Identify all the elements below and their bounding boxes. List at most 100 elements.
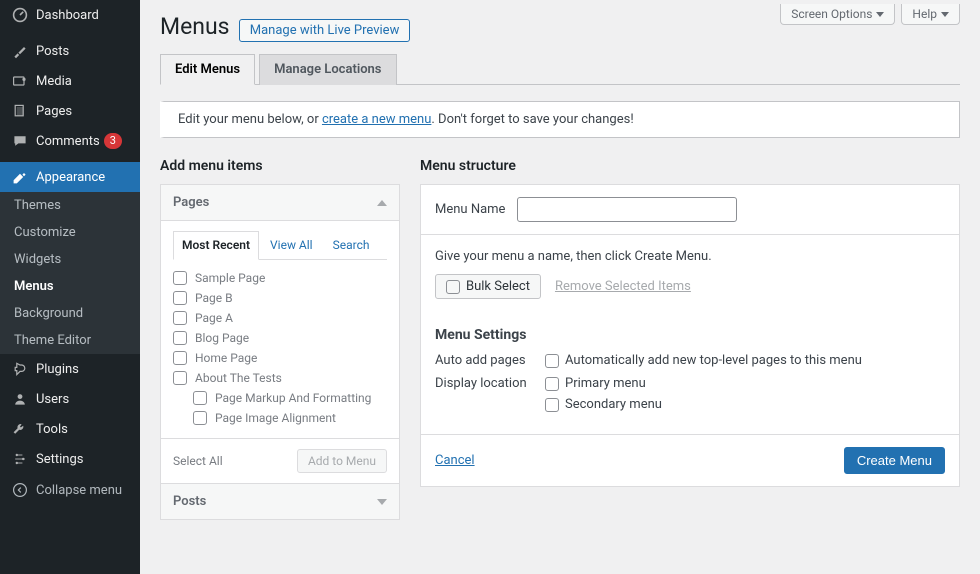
- accordion-posts: Posts: [160, 484, 400, 520]
- page-checkbox[interactable]: [173, 291, 187, 305]
- sidebar-item-appearance[interactable]: Appearance: [0, 162, 140, 192]
- sidebar-item-label: Posts: [36, 44, 69, 59]
- page-checkbox[interactable]: [173, 271, 187, 285]
- caret-down-icon: [941, 12, 949, 17]
- sidebar-item-plugins[interactable]: Plugins: [0, 354, 140, 384]
- screen-options-button[interactable]: Screen Options: [780, 4, 895, 25]
- page-label: Page B: [195, 291, 233, 305]
- location-secondary-checkbox[interactable]: [545, 398, 559, 412]
- sidebar-item-label: Tools: [36, 422, 68, 437]
- accordion-posts-header[interactable]: Posts: [161, 484, 399, 519]
- page-item[interactable]: Page Image Alignment: [173, 408, 387, 428]
- menu-name-label: Menu Name: [435, 202, 505, 217]
- submenu-widgets[interactable]: Widgets: [0, 246, 140, 273]
- auto-add-label: Auto add pages: [435, 353, 545, 368]
- pushpin-icon: [10, 43, 30, 59]
- page-item[interactable]: Home Page: [173, 348, 387, 368]
- live-preview-button[interactable]: Manage with Live Preview: [239, 19, 411, 42]
- submenu-theme-editor[interactable]: Theme Editor: [0, 327, 140, 354]
- display-location-label: Display location: [435, 376, 545, 391]
- sidebar-item-pages[interactable]: Pages: [0, 96, 140, 126]
- menu-settings-heading: Menu Settings: [435, 327, 945, 343]
- submenu-menus[interactable]: Menus: [0, 273, 140, 300]
- notice-text-pre: Edit your menu below, or: [178, 112, 322, 127]
- sidebar-item-settings[interactable]: Settings: [0, 444, 140, 474]
- comments-count-badge: 3: [104, 133, 122, 149]
- appearance-submenu: Themes Customize Widgets Menus Backgroun…: [0, 192, 140, 354]
- page-item[interactable]: Page B: [173, 288, 387, 308]
- sidebar-item-label: Dashboard: [36, 8, 99, 23]
- menu-structure-heading: Menu structure: [420, 158, 960, 174]
- create-new-menu-link[interactable]: create a new menu: [322, 112, 431, 127]
- add-menu-items-heading: Add menu items: [160, 158, 400, 174]
- page-checkbox[interactable]: [173, 331, 187, 345]
- page-checkbox[interactable]: [193, 391, 207, 405]
- location-primary-checkbox[interactable]: [545, 377, 559, 391]
- page-checkbox[interactable]: [193, 411, 207, 425]
- page-checkbox[interactable]: [173, 351, 187, 365]
- location-primary[interactable]: Primary menu: [545, 376, 945, 391]
- tab-view-all[interactable]: View All: [261, 231, 322, 259]
- sidebar-item-label: Users: [36, 392, 69, 407]
- remove-selected-link[interactable]: Remove Selected Items: [555, 279, 691, 294]
- sidebar-item-dashboard[interactable]: Dashboard: [0, 0, 140, 30]
- menu-name-input[interactable]: [517, 197, 737, 222]
- collapse-label: Collapse menu: [36, 483, 122, 498]
- page-label: Page Image Alignment: [215, 411, 336, 425]
- media-icon: [10, 73, 30, 89]
- dashboard-icon: [10, 7, 30, 23]
- page-item[interactable]: Blog Page: [173, 328, 387, 348]
- comment-icon: [10, 133, 30, 149]
- submenu-background[interactable]: Background: [0, 300, 140, 327]
- tab-search[interactable]: Search: [324, 231, 379, 259]
- chevron-down-icon: [377, 499, 387, 505]
- page-item[interactable]: Sample Page: [173, 268, 387, 288]
- page-label: Blog Page: [195, 331, 249, 345]
- pages-tabs: Most Recent View All Search: [173, 231, 387, 260]
- page-title: Menus: [160, 4, 230, 44]
- bulk-select-button[interactable]: Bulk Select: [435, 274, 541, 299]
- add-to-menu-button[interactable]: Add to Menu: [297, 449, 387, 473]
- collapse-menu-button[interactable]: Collapse menu: [0, 474, 140, 506]
- location-secondary[interactable]: Secondary menu: [545, 397, 945, 412]
- sidebar-item-tools[interactable]: Tools: [0, 414, 140, 444]
- page-checkbox[interactable]: [173, 311, 187, 325]
- sidebar-item-label: Pages: [36, 104, 72, 119]
- tab-most-recent[interactable]: Most Recent: [173, 231, 259, 260]
- sidebar-item-label: Media: [36, 74, 72, 89]
- sidebar-item-media[interactable]: Media: [0, 66, 140, 96]
- users-icon: [10, 391, 30, 407]
- sidebar-item-users[interactable]: Users: [0, 384, 140, 414]
- intro-text: Give your menu a name, then click Create…: [435, 249, 945, 264]
- chevron-up-icon: [377, 200, 387, 206]
- submenu-themes[interactable]: Themes: [0, 192, 140, 219]
- help-button[interactable]: Help: [901, 4, 960, 25]
- admin-sidebar: Dashboard Posts Media Pages Comments 3 A…: [0, 0, 140, 574]
- main-content: Screen Options Help Menus Manage with Li…: [140, 0, 980, 574]
- settings-icon: [10, 451, 30, 467]
- tab-manage-locations[interactable]: Manage Locations: [259, 54, 396, 85]
- page-checkbox[interactable]: [173, 371, 187, 385]
- cancel-link[interactable]: Cancel: [435, 453, 475, 468]
- sidebar-item-comments[interactable]: Comments 3: [0, 126, 140, 156]
- appearance-icon: [10, 169, 30, 185]
- bulk-select-checkbox[interactable]: [446, 280, 460, 294]
- page-item[interactable]: Page A: [173, 308, 387, 328]
- accordion-pages-header[interactable]: Pages: [161, 185, 399, 220]
- caret-down-icon: [876, 12, 884, 17]
- submenu-customize[interactable]: Customize: [0, 219, 140, 246]
- auto-add-option[interactable]: Automatically add new top-level pages to…: [545, 353, 945, 368]
- sidebar-item-label: Appearance: [36, 170, 105, 185]
- page-label: Home Page: [195, 351, 257, 365]
- sidebar-item-posts[interactable]: Posts: [0, 36, 140, 66]
- page-checkbox-list: Sample Page Page B Page A Blog Page Home Pag…: [173, 268, 387, 428]
- tab-edit-menus[interactable]: Edit Menus: [160, 54, 255, 85]
- page-label: Sample Page: [195, 271, 265, 285]
- sidebar-item-label: Settings: [36, 452, 83, 467]
- create-menu-button[interactable]: Create Menu: [844, 447, 945, 474]
- auto-add-checkbox[interactable]: [545, 354, 559, 368]
- sidebar-item-label: Comments: [36, 134, 100, 149]
- page-item[interactable]: Page Markup And Formatting: [173, 388, 387, 408]
- select-all-link[interactable]: Select All: [173, 454, 223, 468]
- page-item[interactable]: About The Tests: [173, 368, 387, 388]
